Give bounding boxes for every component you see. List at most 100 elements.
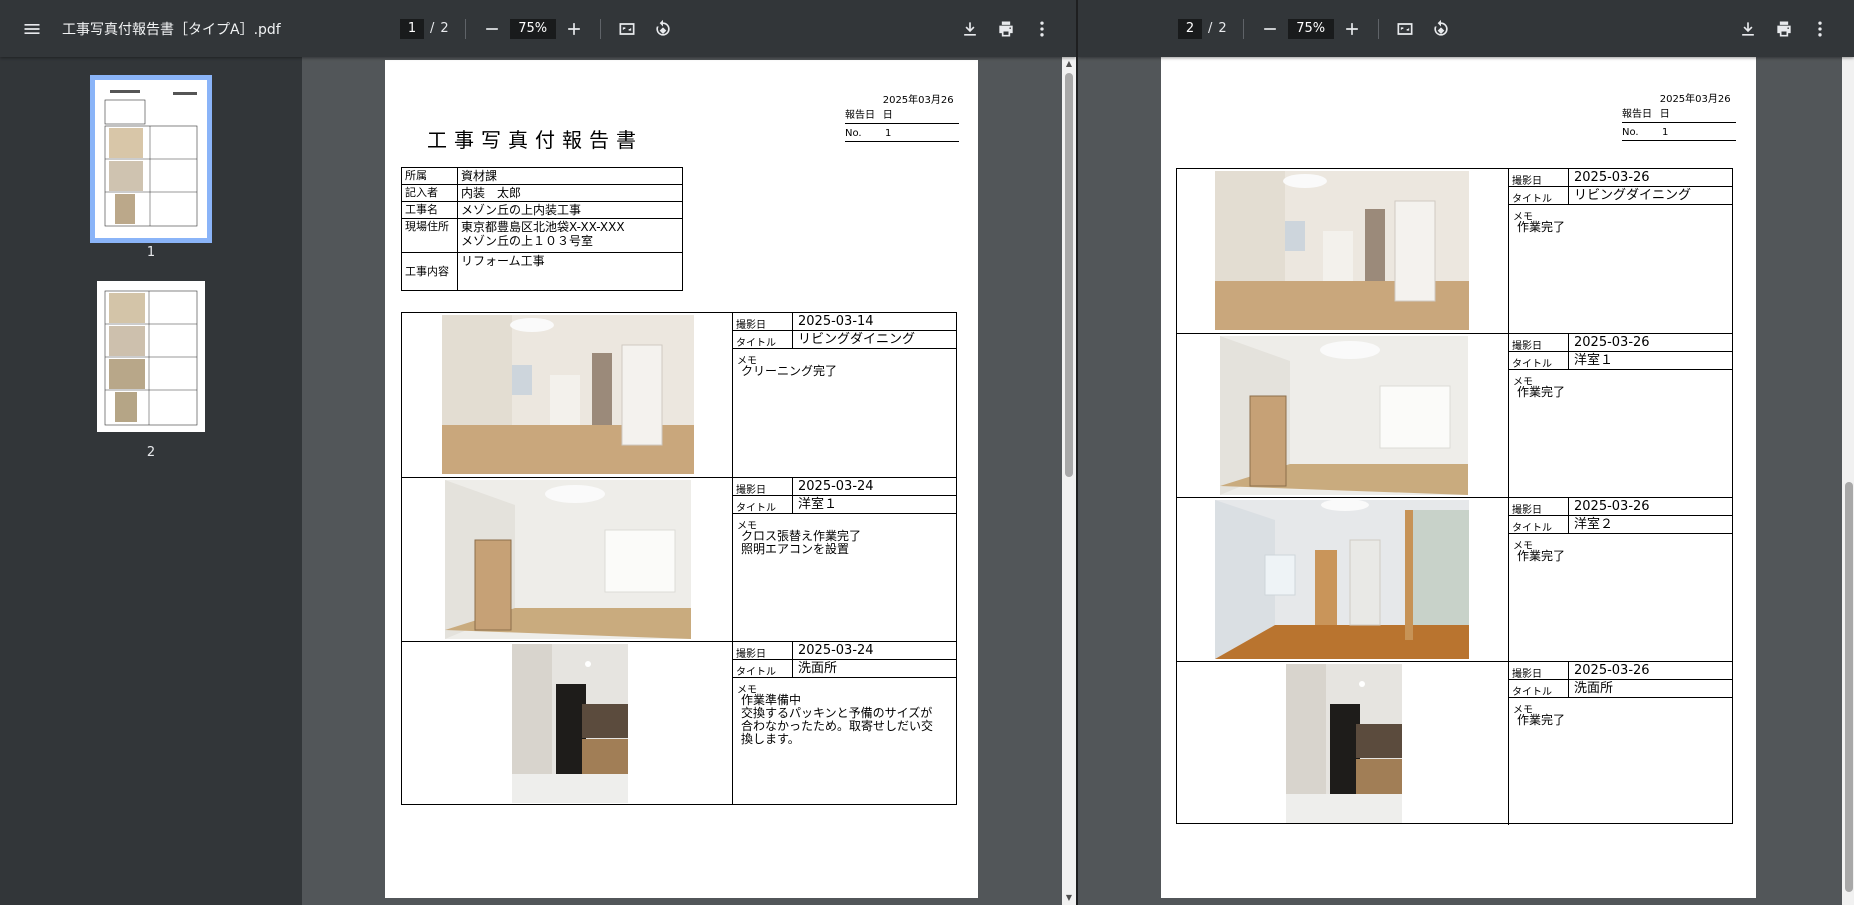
photo-title: 洋室２: [1574, 517, 1614, 532]
photo-cell: [1177, 169, 1509, 333]
info-value: 東京都豊島区北池袋X-XX-XXX メゾン丘の上１０３号室: [457, 218, 683, 253]
document-viewport-right[interactable]: 報告日 2025年03月26日 No. 1 撮影日 2025-03-26 タイト…: [1078, 57, 1854, 905]
date-label: 撮影日: [1509, 498, 1569, 516]
photo-row: 撮影日 2025-03-26 タイトル リビングダイニング メモ 作業完了: [1177, 169, 1732, 333]
title-label: タイトル: [733, 331, 793, 349]
title-field: タイトル 洋室１: [1509, 352, 1732, 370]
page-number-input[interactable]: [400, 18, 424, 39]
title-label: タイトル: [1509, 352, 1569, 370]
zoom-input[interactable]: [509, 18, 556, 39]
thumbnail-page-2[interactable]: [97, 281, 205, 432]
photo-fields: 撮影日 2025-03-24 タイトル 洗面所 メモ 作業準備中 交換するパッキンと…: [733, 642, 956, 805]
title-field: タイトル 洋室１: [733, 496, 956, 514]
photo-western-room-2: [1215, 500, 1469, 659]
photo-row: 撮影日 2025-03-26 タイトル 洋室１ メモ 作業完了: [1177, 333, 1732, 497]
print-icon[interactable]: [1766, 11, 1802, 47]
report-title: 工事写真付報告書: [427, 128, 643, 152]
photo-table: 撮影日 2025-03-26 タイトル リビングダイニング メモ 作業完了 撮影…: [1176, 168, 1733, 825]
download-icon[interactable]: [952, 11, 988, 47]
scroll-down-icon[interactable]: ▼: [1064, 893, 1074, 903]
page-separator: /: [1208, 21, 1213, 36]
document-viewport-left[interactable]: 工事写真付報告書 報告日 2025年03月26日 No. 1 所属 資材課 記入者…: [302, 57, 1076, 905]
download-icon[interactable]: [1730, 11, 1766, 47]
info-key: 工事内容: [401, 252, 458, 291]
print-icon[interactable]: [988, 11, 1024, 47]
scroll-thumb[interactable]: [1065, 73, 1073, 477]
more-vert-icon[interactable]: [1024, 11, 1060, 47]
date-field: 撮影日 2025-03-24: [733, 478, 956, 496]
page-number-input[interactable]: [1178, 18, 1202, 39]
report-meta: 報告日 2025年03月26日 No. 1: [845, 95, 959, 142]
divider: [1242, 18, 1244, 39]
date-label: 撮影日: [1509, 169, 1569, 187]
photo-cell: [402, 642, 733, 805]
photo-fields: 撮影日 2025-03-24 タイトル 洋室１ メモ クロス張替え作業完了 照明エア…: [733, 478, 956, 641]
info-row: 工事内容 リフォーム工事: [401, 252, 683, 291]
page-navigation: / 2: [1178, 11, 1459, 47]
photo-memo: クロス張替え作業完了 照明エアコンを設置: [741, 529, 862, 556]
title-field: タイトル 洗面所: [1509, 680, 1732, 698]
zoom-in-icon[interactable]: [556, 11, 592, 47]
date-field: 撮影日 2025-03-14: [733, 313, 956, 331]
title-field: タイトル リビングダイニング: [1509, 187, 1732, 205]
title-field: タイトル 洗面所: [733, 660, 956, 678]
thumbnail-preview: [104, 290, 198, 426]
page-navigation: / 2: [400, 11, 681, 47]
scroll-up-icon[interactable]: ▲: [1064, 59, 1074, 69]
date-field: 撮影日 2025-03-26: [1509, 662, 1732, 680]
photo-image: [1215, 500, 1469, 659]
thumbnail-sidebar: 1 2: [0, 57, 302, 905]
info-value: メゾン丘の上内装工事: [457, 201, 683, 219]
date-label: 撮影日: [733, 478, 793, 496]
photo-title: リビングダイニング: [1574, 188, 1692, 203]
report-no-row: No. 1: [1622, 123, 1736, 141]
fit-page-icon[interactable]: [1387, 11, 1423, 47]
info-row: 現場住所 東京都豊島区北池袋X-XX-XXX メゾン丘の上１０３号室: [401, 218, 683, 253]
photo-western-room-1: [445, 480, 691, 639]
photo-memo: クリーニング完了: [741, 364, 838, 378]
scrollbar-left[interactable]: ▲ ▼: [1062, 57, 1076, 905]
page-separator: /: [430, 21, 435, 36]
photo-cell: [1177, 498, 1509, 661]
pdf-viewer-right: / 2: [1076, 0, 1854, 905]
toolbar-actions: [952, 11, 1060, 47]
toolbar-actions: [1730, 11, 1838, 47]
photo-fields: 撮影日 2025-03-26 タイトル リビングダイニング メモ 作業完了: [1509, 169, 1732, 333]
photo-title: リビングダイニング: [798, 332, 916, 347]
fit-page-icon[interactable]: [609, 11, 645, 47]
title-label: タイトル: [1509, 187, 1569, 205]
photo-date: 2025-03-26: [1574, 335, 1650, 350]
more-vert-icon[interactable]: [1802, 11, 1838, 47]
photo-date: 2025-03-26: [1574, 499, 1650, 514]
photo-living-dining: [442, 315, 694, 474]
app: 工事写真付報告書［タイプA］.pdf / 2: [0, 0, 1854, 905]
total-pages: 2: [1218, 21, 1227, 36]
photo-image: [1286, 664, 1402, 823]
photo-fields: 撮影日 2025-03-26 タイトル 洋室２ メモ 作業完了: [1509, 498, 1732, 661]
rotate-icon[interactable]: [645, 11, 681, 47]
report-no-label: No.: [845, 128, 862, 139]
zoom-input[interactable]: [1287, 18, 1334, 39]
title-label: タイトル: [733, 660, 793, 678]
photo-image: [1220, 336, 1468, 495]
info-row: 工事名 メゾン丘の上内装工事: [401, 201, 683, 219]
menu-icon[interactable]: [14, 11, 50, 47]
report-date-label: 報告日: [1622, 109, 1652, 120]
photo-cell: [1177, 334, 1509, 497]
scrollbar-right[interactable]: [1842, 57, 1854, 905]
zoom-out-icon[interactable]: [1252, 11, 1288, 47]
photo-memo: 作業完了: [1517, 713, 1566, 727]
scroll-thumb[interactable]: [1845, 482, 1853, 892]
zoom-out-icon[interactable]: [474, 11, 510, 47]
rotate-icon[interactable]: [1423, 11, 1459, 47]
photo-date: 2025-03-26: [1574, 663, 1650, 678]
zoom-in-icon[interactable]: [1334, 11, 1370, 47]
date-field: 撮影日 2025-03-26: [1509, 169, 1732, 187]
address-line-2: メゾン丘の上１０３号室: [461, 234, 594, 248]
photo-image: [445, 480, 691, 639]
divider: [1377, 18, 1379, 39]
document-title: 工事写真付報告書［タイプA］.pdf: [62, 21, 281, 38]
project-info-table: 所属 資材課 記入者 内装 太郎 工事名 メゾン丘の上内装工事 現場住所 東京都豊島区北…: [401, 167, 683, 291]
photo-memo: 作業完了: [1517, 549, 1566, 563]
thumbnail-page-1[interactable]: [90, 75, 212, 243]
